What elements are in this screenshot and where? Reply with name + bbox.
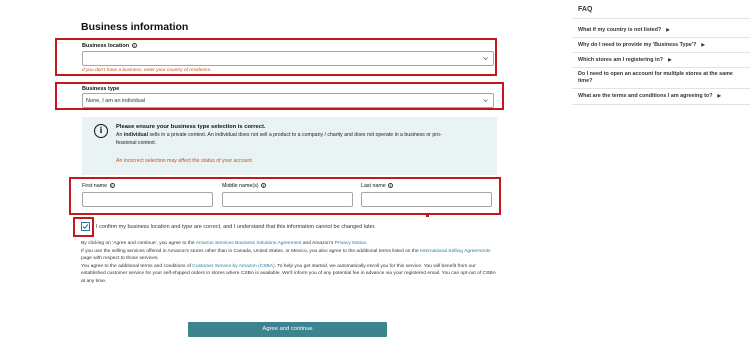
faq-item-stores[interactable]: Which stores am I registering in? ▶: [578, 57, 672, 63]
notice-title: Please ensure your business type selecti…: [116, 124, 266, 130]
last-name-input[interactable]: [361, 192, 492, 207]
info-icon[interactable]: i: [109, 183, 115, 189]
last-name-label-text: Last name: [361, 183, 386, 189]
business-type-select[interactable]: None, I am an individual: [82, 93, 494, 108]
faq-item-label: Why do I need to provide my 'Business Ty…: [578, 42, 697, 48]
chevron-down-icon: [483, 56, 488, 60]
triangle-right-icon: ▶: [717, 93, 722, 98]
csba-link[interactable]: Customer Service by Amazon (CSBA): [192, 264, 274, 269]
middle-name-label-text: Middle name(s): [222, 183, 259, 189]
triangle-right-icon: ▶: [668, 57, 672, 62]
notice-warning: An incorrect selection may affect the st…: [116, 158, 254, 164]
faq-item-label: time?: [578, 78, 593, 84]
info-icon[interactable]: i: [388, 183, 394, 189]
confirm-checkbox[interactable]: [81, 222, 90, 231]
international-selling-agreements-link[interactable]: International Selling Agreements: [420, 249, 490, 254]
legal-text-span: If you use the selling services offered …: [81, 248, 421, 254]
middle-name-input[interactable]: [222, 192, 353, 207]
legal-paragraph-3: You agree to the additional terms and co…: [81, 263, 496, 286]
confirm-text: I confirm my business location and type …: [96, 224, 376, 230]
faq-item-business-type[interactable]: Why do I need to provide my 'Business Ty…: [578, 42, 705, 48]
divider: [572, 88, 750, 89]
divider: [572, 67, 750, 68]
faq-item-terms[interactable]: What are the terms and conditions I am a…: [578, 93, 721, 99]
last-name-label: Last name i: [361, 183, 394, 189]
business-location-hint: If you don't have a business, enter your…: [82, 68, 212, 73]
triangle-right-icon: ▶: [701, 42, 705, 47]
red-marker: [426, 214, 429, 217]
faq-item-country[interactable]: What if my country is not listed? ▶: [578, 27, 670, 33]
divider: [572, 52, 750, 53]
business-location-select[interactable]: [82, 51, 494, 66]
notice-text-line2: fessional context.: [116, 139, 157, 146]
legal-text-span: .: [366, 241, 368, 246]
faq-item-label: What if my country is not listed?: [578, 27, 662, 33]
divider: [572, 18, 750, 19]
info-icon[interactable]: i: [131, 43, 137, 49]
chevron-down-icon: [483, 98, 488, 102]
middle-name-label: Middle name(s) i: [222, 183, 266, 189]
agree-and-continue-button[interactable]: Agree and continue: [188, 322, 387, 337]
page-title: Business information: [81, 21, 189, 33]
faq-item-label: What are the terms and conditions I am a…: [578, 93, 713, 99]
legal-text-span: page with respect to those services.: [81, 256, 159, 262]
faq-item-label: Do I need to open an account for multipl…: [578, 71, 733, 77]
notice-text-rest: sells in a private context. An individua…: [148, 132, 442, 138]
legal-text-span: By clicking on 'Agree and continue', you…: [81, 241, 196, 246]
business-location-label-text: Business location: [82, 43, 130, 49]
privacy-notice-link[interactable]: Privacy Notice: [335, 241, 366, 246]
faq-item-label: Which stores am I registering in?: [578, 57, 664, 63]
legal-text-span: and Amazon's: [301, 241, 335, 246]
legal-paragraph-1: By clicking on 'Agree and continue', you…: [81, 240, 496, 248]
business-location-label: Business location i: [82, 43, 137, 49]
business-type-label: Business type: [82, 86, 120, 92]
faq-title: FAQ: [578, 6, 593, 13]
first-name-label-text: First name: [82, 183, 108, 189]
divider: [572, 37, 750, 38]
legal-text-span: You agree to the additional terms and co…: [81, 263, 193, 269]
info-icon[interactable]: i: [261, 183, 266, 189]
notice-text-bold: individual: [123, 132, 149, 138]
first-name-input[interactable]: [82, 192, 213, 207]
business-solutions-agreement-link[interactable]: Amazon Services Business Solutions Agree…: [196, 241, 302, 246]
legal-paragraph-2: If you use the selling services offered …: [81, 248, 496, 263]
notice-text-prefix: An: [116, 132, 124, 138]
info-circle-icon: i: [94, 124, 108, 138]
first-name-label: First name i: [82, 183, 115, 189]
legal-text: By clicking on 'Agree and continue', you…: [81, 240, 496, 286]
checkmark-icon: [82, 224, 89, 230]
divider: [572, 104, 750, 105]
business-type-value: None, I am an individual: [86, 97, 146, 104]
notice-text: An individual sells in a private context…: [116, 132, 486, 148]
faq-item-multiple-stores[interactable]: Do I need to open an account for multipl…: [578, 71, 733, 85]
triangle-right-icon: ▶: [666, 27, 670, 32]
